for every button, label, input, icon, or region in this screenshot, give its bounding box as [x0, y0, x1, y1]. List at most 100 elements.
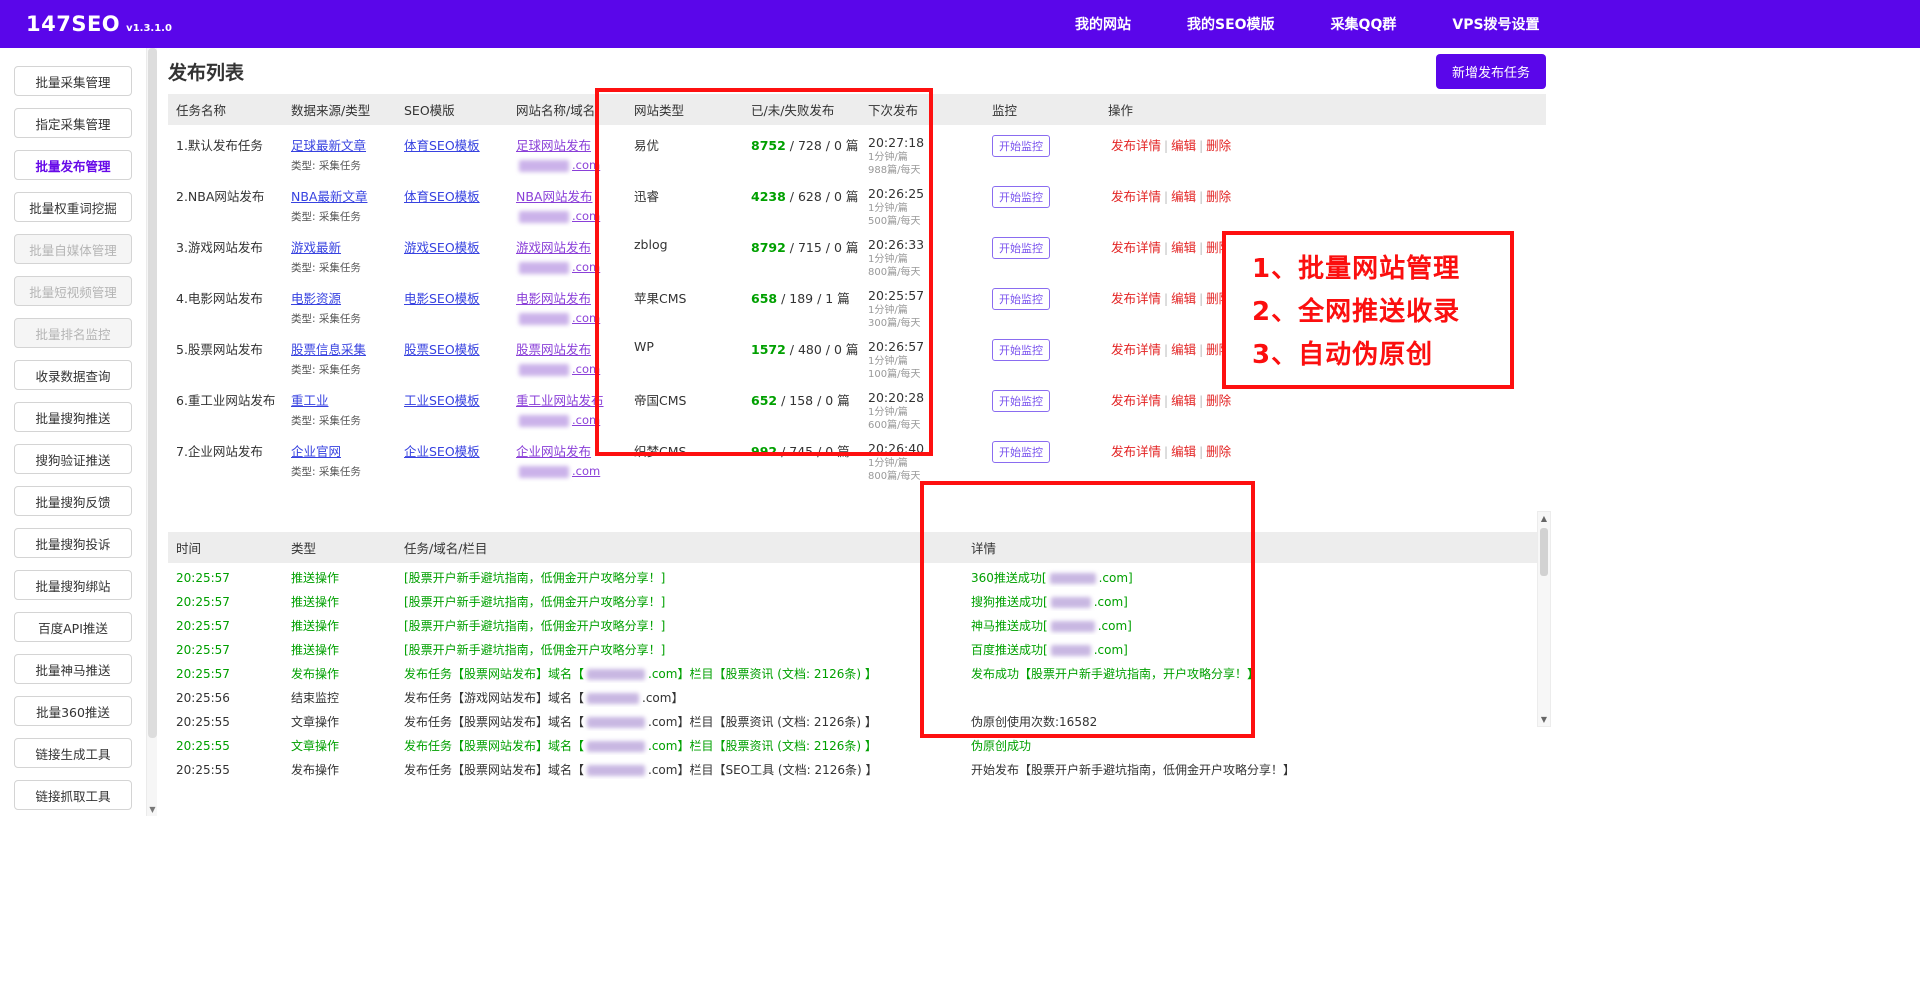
- monitor-cell: 开始监控: [984, 329, 1100, 380]
- source-cell: NBA最新文章类型: 采集任务: [283, 176, 396, 227]
- brand-version: v1.3.1.0: [126, 23, 172, 34]
- daily-limit: 600篇/每天: [868, 420, 976, 431]
- log-detail: 百度推送成功[.com]: [963, 635, 1546, 659]
- topnav-item[interactable]: 采集QQ群: [1331, 14, 1397, 34]
- sidebar-item[interactable]: 批量360推送: [14, 696, 132, 726]
- site-link[interactable]: 股票网站发布: [516, 342, 591, 357]
- source-link[interactable]: 重工业: [291, 393, 329, 408]
- delete-link[interactable]: 删除: [1206, 444, 1231, 459]
- log-task: 发布任务【股票网站发布】域名【.com】栏目【股票资讯 (文档: 2126条) …: [396, 707, 963, 731]
- log-scrollbar[interactable]: ▲ ▼: [1537, 511, 1551, 727]
- delete-link[interactable]: 删除: [1206, 393, 1231, 408]
- redacted-blur: [519, 262, 569, 274]
- next-publish: 20:26:331分钟/篇800篇/每天: [860, 227, 984, 278]
- start-monitor-button[interactable]: 开始监控: [992, 390, 1050, 412]
- publish-detail-link[interactable]: 发布详情: [1111, 393, 1161, 408]
- site-link[interactable]: NBA网站发布: [516, 189, 592, 204]
- next-publish-time: 20:25:57: [868, 288, 976, 303]
- sidebar-item[interactable]: 链接生成工具: [14, 738, 132, 768]
- edit-link[interactable]: 编辑: [1171, 138, 1196, 153]
- action-separator: |: [1199, 241, 1203, 255]
- sidebar-item[interactable]: 链接抓取工具: [14, 780, 132, 810]
- sidebar-item[interactable]: 批量权重词挖掘: [14, 192, 132, 222]
- sidebar-scrollbar-thumb[interactable]: [148, 48, 157, 738]
- sidebar-item[interactable]: 百度API推送: [14, 612, 132, 642]
- publish-detail-link[interactable]: 发布详情: [1111, 138, 1161, 153]
- start-monitor-button[interactable]: 开始监控: [992, 186, 1050, 208]
- template-link[interactable]: 企业SEO模板: [404, 444, 480, 459]
- cms-type: 易优: [626, 125, 743, 176]
- sidebar-item[interactable]: 批量搜狗投诉: [14, 528, 132, 558]
- site-link[interactable]: 电影网站发布: [516, 291, 591, 306]
- source-link[interactable]: 电影资源: [291, 291, 341, 306]
- site-link[interactable]: 企业网站发布: [516, 444, 591, 459]
- redacted-blur: [587, 717, 645, 728]
- sidebar-item[interactable]: 批量发布管理: [14, 150, 132, 180]
- sidebar-item[interactable]: 批量搜狗绑站: [14, 570, 132, 600]
- action-separator: |: [1164, 241, 1168, 255]
- sidebar-item[interactable]: 指定采集管理: [14, 108, 132, 138]
- source-cell: 游戏最新类型: 采集任务: [283, 227, 396, 278]
- column-header: 时间: [168, 532, 283, 563]
- sidebar-item[interactable]: 批量搜狗推送: [14, 402, 132, 432]
- column-header: 任务/域名/栏目: [396, 532, 963, 563]
- publish-detail-link[interactable]: 发布详情: [1111, 342, 1161, 357]
- scroll-down-arrow-icon[interactable]: ▼: [1538, 715, 1550, 724]
- sidebar-item[interactable]: 批量采集管理: [14, 66, 132, 96]
- start-monitor-button[interactable]: 开始监控: [992, 441, 1050, 463]
- publish-rate: 1分钟/篇: [868, 407, 976, 418]
- redacted-blur: [1051, 645, 1091, 656]
- site-link[interactable]: 重工业网站发布: [516, 393, 604, 408]
- source-link[interactable]: 企业官网: [291, 444, 341, 459]
- start-monitor-button[interactable]: 开始监控: [992, 135, 1050, 157]
- edit-link[interactable]: 编辑: [1171, 240, 1196, 255]
- publish-detail-link[interactable]: 发布详情: [1111, 240, 1161, 255]
- new-task-button[interactable]: 新增发布任务: [1436, 54, 1546, 89]
- topnav-item[interactable]: VPS拨号设置: [1452, 14, 1539, 34]
- sidebar-item[interactable]: 搜狗验证推送: [14, 444, 132, 474]
- sidebar-item[interactable]: 批量搜狗反馈: [14, 486, 132, 516]
- column-header: 下次发布: [860, 94, 984, 125]
- edit-link[interactable]: 编辑: [1171, 189, 1196, 204]
- topnav-item[interactable]: 我的SEO模版: [1187, 14, 1275, 34]
- template-link[interactable]: 股票SEO模板: [404, 342, 480, 357]
- start-monitor-button[interactable]: 开始监控: [992, 288, 1050, 310]
- next-publish: 20:26:401分钟/篇800篇/每天: [860, 431, 984, 482]
- edit-link[interactable]: 编辑: [1171, 291, 1196, 306]
- publish-detail-link[interactable]: 发布详情: [1111, 291, 1161, 306]
- daily-limit: 800篇/每天: [868, 471, 976, 482]
- scroll-up-arrow-icon[interactable]: ▲: [1538, 514, 1550, 523]
- scroll-down-arrow-icon[interactable]: ▼: [147, 805, 158, 814]
- source-link[interactable]: 游戏最新: [291, 240, 341, 255]
- edit-link[interactable]: 编辑: [1171, 342, 1196, 357]
- template-link[interactable]: 体育SEO模板: [404, 138, 480, 153]
- source-cell: 足球最新文章类型: 采集任务: [283, 125, 396, 176]
- start-monitor-button[interactable]: 开始监控: [992, 339, 1050, 361]
- template-link[interactable]: 工业SEO模板: [404, 393, 480, 408]
- topnav-item[interactable]: 我的网站: [1075, 14, 1131, 34]
- delete-link[interactable]: 删除: [1206, 138, 1231, 153]
- delete-link[interactable]: 删除: [1206, 189, 1231, 204]
- topbar: 147SEO v1.3.1.0 我的网站我的SEO模版采集QQ群VPS拨号设置: [0, 0, 1920, 48]
- publish-detail-link[interactable]: 发布详情: [1111, 444, 1161, 459]
- sidebar-item[interactable]: 收录数据查询: [14, 360, 132, 390]
- start-monitor-button[interactable]: 开始监控: [992, 237, 1050, 259]
- edit-link[interactable]: 编辑: [1171, 444, 1196, 459]
- sidebar-item[interactable]: 批量神马推送: [14, 654, 132, 684]
- template-link[interactable]: 电影SEO模板: [404, 291, 480, 306]
- source-link[interactable]: 股票信息采集: [291, 342, 366, 357]
- log-scrollbar-thumb[interactable]: [1540, 528, 1548, 576]
- template-link[interactable]: 游戏SEO模板: [404, 240, 480, 255]
- sidebar-scrollbar[interactable]: ▼: [146, 48, 157, 816]
- source-link[interactable]: 足球最新文章: [291, 138, 366, 153]
- source-link[interactable]: NBA最新文章: [291, 189, 367, 204]
- site-link[interactable]: 足球网站发布: [516, 138, 591, 153]
- publish-counts: 8792 / 715 / 0 篇: [743, 227, 860, 278]
- template-link[interactable]: 体育SEO模板: [404, 189, 480, 204]
- log-time: 20:25:57: [168, 611, 283, 635]
- site-link[interactable]: 游戏网站发布: [516, 240, 591, 255]
- source-type: 类型: 采集任务: [291, 158, 388, 173]
- edit-link[interactable]: 编辑: [1171, 393, 1196, 408]
- column-header: 已/未/失败发布: [743, 94, 860, 125]
- publish-detail-link[interactable]: 发布详情: [1111, 189, 1161, 204]
